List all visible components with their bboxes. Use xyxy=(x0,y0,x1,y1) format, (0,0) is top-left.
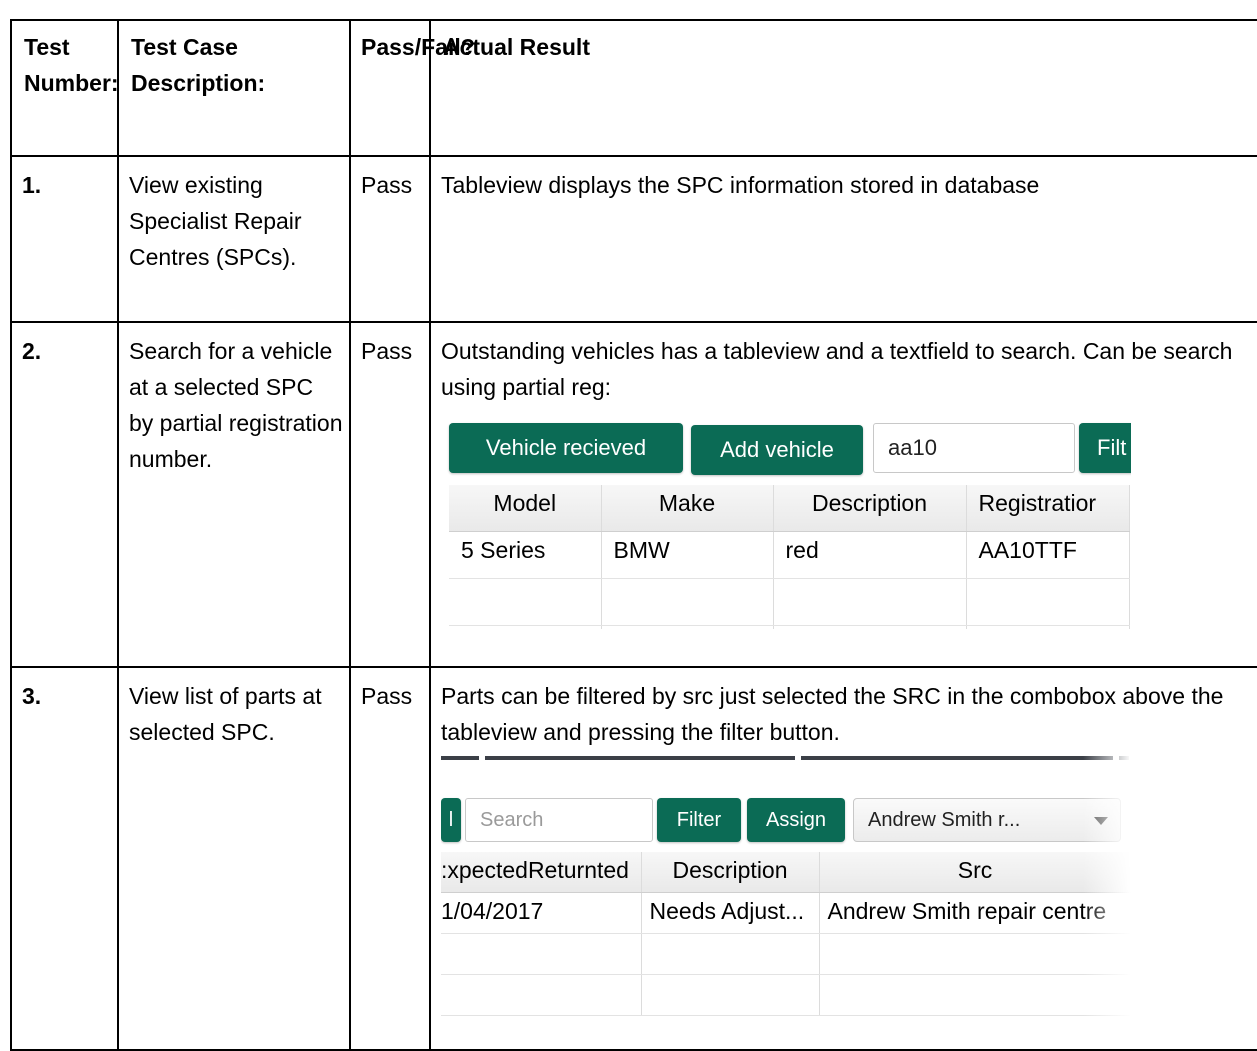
chevron-down-icon xyxy=(1094,817,1108,825)
result-text: Parts can be filtered by src just select… xyxy=(441,683,1224,745)
registration-search-input[interactable]: aa10 xyxy=(873,423,1075,473)
vehicle-description: red xyxy=(773,531,967,579)
test-status: Pass xyxy=(349,321,431,668)
header-actual-result: Actual Result xyxy=(429,19,1257,157)
column-header[interactable]: Registratior xyxy=(966,485,1130,532)
vehicle-table-header: Model Make Description Registratior xyxy=(449,485,1130,532)
parts-table-header: :xpectedReturnted Description Src xyxy=(441,852,1131,893)
test-status: Pass xyxy=(349,155,431,323)
result-text: Tableview displays the SPC information s… xyxy=(441,172,1040,198)
window-edge xyxy=(441,756,1131,762)
test-number: 1. xyxy=(10,155,119,323)
empty-row xyxy=(449,625,1130,629)
test-result: Parts can be filtered by src just select… xyxy=(429,666,1257,1051)
table-row: 3. View list of parts at selected SPC. P… xyxy=(10,666,1257,1051)
test-description: View list of parts at selected SPC. xyxy=(117,666,351,1051)
test-description: Search for a vehicle at a selected SPC b… xyxy=(117,321,351,668)
column-header[interactable]: Src xyxy=(819,852,1131,893)
header-row: Test Number: Test Case Description: Pass… xyxy=(10,19,1257,157)
header-pass-fail: Pass/Fail? xyxy=(349,19,475,157)
result-text: Outstanding vehicles has a tableview and… xyxy=(441,338,1233,400)
part-expected-return: 1/04/2017 xyxy=(441,892,642,934)
add-vehicle-button[interactable]: Add vehicle xyxy=(691,425,863,475)
vehicle-received-button[interactable]: Vehicle recieved xyxy=(449,423,683,473)
column-header[interactable]: Description xyxy=(773,485,967,532)
vehicle-make: BMW xyxy=(601,531,774,579)
test-status: Pass xyxy=(349,666,431,1051)
table-row: 2. Search for a vehicle at a selected SP… xyxy=(10,321,1257,668)
left-toolbar-button[interactable]: l xyxy=(441,798,461,842)
parts-table: :xpectedReturnted Description Src 1/04/2… xyxy=(441,852,1131,1016)
combobox-value: Andrew Smith r... xyxy=(868,809,1021,831)
part-description: Needs Adjust... xyxy=(641,892,820,934)
vehicle-search-screenshot: Vehicle recieved Add vehicle aa10 Filt M… xyxy=(441,415,1131,629)
header-test-number: Test Number: xyxy=(10,19,119,157)
assign-button[interactable]: Assign xyxy=(747,798,845,842)
empty-row xyxy=(441,974,1131,1016)
vehicle-registration: AA10TTF xyxy=(966,531,1130,579)
empty-row xyxy=(441,933,1131,975)
test-result: Tableview displays the SPC information s… xyxy=(429,155,1257,323)
header-description: Test Case Description: xyxy=(117,19,351,157)
filter-button[interactable]: Filt xyxy=(1079,423,1131,473)
test-result: Outstanding vehicles has a tableview and… xyxy=(429,321,1257,668)
vehicle-row[interactable]: 5 Series BMW red AA10TTF xyxy=(449,531,1130,579)
test-case-table: Test Number: Test Case Description: Pass… xyxy=(10,19,1257,1051)
empty-row xyxy=(449,578,1130,626)
table-row: 1. View existing Specialist Repair Centr… xyxy=(10,155,1257,323)
part-src: Andrew Smith repair centre xyxy=(819,892,1131,934)
src-combobox[interactable]: Andrew Smith r... xyxy=(853,798,1121,842)
column-header[interactable]: :xpectedReturnted xyxy=(441,852,642,893)
vehicle-model: 5 Series xyxy=(449,531,602,579)
parts-filter-screenshot: l Search Filter Assign Andrew Smith r...… xyxy=(441,756,1131,1020)
parts-search-input[interactable]: Search xyxy=(465,798,653,842)
column-header[interactable]: Make xyxy=(601,485,774,532)
vehicle-table: Model Make Description Registratior 5 Se… xyxy=(449,485,1130,629)
column-header[interactable]: Description xyxy=(641,852,820,893)
parts-row[interactable]: 1/04/2017 Needs Adjust... Andrew Smith r… xyxy=(441,892,1131,934)
filter-button[interactable]: Filter xyxy=(657,798,741,842)
column-header[interactable]: Model xyxy=(449,485,602,532)
test-number: 3. xyxy=(10,666,119,1051)
test-number: 2. xyxy=(10,321,119,668)
test-description: View existing Specialist Repair Centres … xyxy=(117,155,351,323)
